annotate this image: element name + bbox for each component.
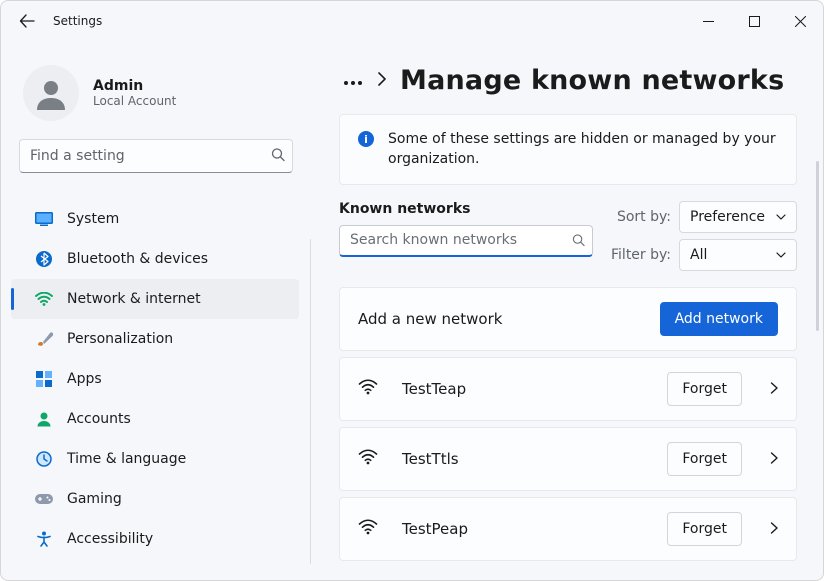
wifi-icon — [358, 519, 380, 539]
chevron-right-icon — [377, 71, 386, 90]
filter-by-label: Filter by: — [611, 247, 671, 263]
back-button[interactable] — [7, 1, 47, 41]
chevron-down-icon — [776, 214, 786, 220]
settings-window: Settings Admin Local Account — [0, 0, 824, 581]
brush-icon — [35, 330, 53, 348]
sort-by-value: Preference — [690, 209, 765, 225]
sidebar-item-label: Time & language — [67, 451, 186, 467]
known-networks-search-input[interactable] — [339, 225, 593, 257]
close-icon — [795, 16, 806, 27]
scrollbar[interactable] — [816, 161, 819, 331]
add-network-button[interactable]: Add network — [660, 302, 778, 336]
breadcrumb-more-button[interactable] — [343, 71, 363, 90]
maximize-icon — [749, 16, 760, 27]
add-network-label: Add a new network — [358, 310, 638, 328]
person-icon — [35, 410, 53, 428]
bluetooth-icon — [35, 250, 53, 268]
window-title: Settings — [53, 14, 102, 28]
sidebar-item-label: Network & internet — [67, 291, 201, 307]
close-button[interactable] — [777, 5, 823, 37]
sidebar-item-label: Accounts — [67, 411, 131, 427]
minimize-button[interactable] — [685, 5, 731, 37]
titlebar: Settings — [1, 1, 823, 41]
account-subtitle: Local Account — [93, 94, 176, 108]
avatar — [23, 65, 79, 121]
chevron-right-icon — [770, 519, 778, 538]
sidebar-item-label: System — [67, 211, 119, 227]
search-icon — [271, 147, 285, 166]
sort-by-label: Sort by: — [617, 209, 671, 225]
ellipsis-icon — [343, 80, 363, 86]
filter-by-value: All — [690, 247, 707, 263]
forget-button[interactable]: Forget — [667, 372, 742, 406]
info-banner: i Some of these settings are hidden or m… — [339, 114, 797, 185]
known-networks-search[interactable] — [339, 225, 593, 257]
sidebar-item-wifi[interactable]: Network & internet — [11, 279, 299, 319]
known-networks-label: Known networks — [339, 201, 593, 217]
gamepad-icon — [35, 490, 53, 508]
filters-row: Known networks Sort by: Preference — [339, 201, 797, 271]
window-controls — [685, 5, 823, 37]
arrow-left-icon — [19, 13, 35, 29]
sidebar-item-label: Personalization — [67, 331, 173, 347]
search-icon — [572, 231, 585, 250]
account-block[interactable]: Admin Local Account — [1, 51, 311, 139]
wifi-icon — [358, 379, 380, 399]
wifi-icon — [35, 290, 53, 308]
sidebar-item-person[interactable]: Accounts — [11, 399, 299, 439]
network-name: TestTeap — [402, 380, 645, 398]
breadcrumb: Manage known networks — [339, 61, 809, 114]
chevron-right-icon — [770, 379, 778, 398]
sidebar-item-label: Accessibility — [67, 531, 153, 547]
networks-list: Add a new network Add network TestTeap Fo… — [339, 287, 797, 561]
page-title: Manage known networks — [400, 65, 784, 96]
network-row[interactable]: TestTtls Forget — [339, 427, 797, 491]
sidebar-item-bluetooth[interactable]: Bluetooth & devices — [11, 239, 299, 279]
add-network-row: Add a new network Add network — [339, 287, 797, 351]
forget-button[interactable]: Forget — [667, 512, 742, 546]
sidebar-item-gamepad[interactable]: Gaming — [11, 479, 299, 519]
network-row[interactable]: TestPeap Forget — [339, 497, 797, 561]
sort-by-dropdown[interactable]: Preference — [679, 201, 797, 233]
network-name: TestTtls — [402, 450, 645, 468]
sidebar-item-label: Apps — [67, 371, 102, 387]
wifi-icon — [358, 449, 380, 469]
person-icon — [33, 75, 69, 111]
system-icon — [35, 210, 53, 228]
info-banner-text: Some of these settings are hidden or man… — [388, 129, 778, 170]
sidebar-item-accessibility[interactable]: Accessibility — [11, 519, 299, 559]
accessibility-icon — [35, 530, 53, 548]
minimize-icon — [703, 16, 714, 27]
sidebar-search[interactable] — [19, 139, 293, 173]
network-row[interactable]: TestTeap Forget — [339, 357, 797, 421]
clock-icon — [35, 450, 53, 468]
info-icon: i — [358, 131, 374, 147]
apps-icon — [35, 370, 53, 388]
sidebar-item-clock[interactable]: Time & language — [11, 439, 299, 479]
chevron-down-icon — [776, 252, 786, 258]
sidebar-item-system[interactable]: System — [11, 199, 299, 239]
sidebar-search-input[interactable] — [19, 139, 293, 173]
sidebar-nav: System Bluetooth & devices Network & inter… — [1, 199, 311, 559]
sidebar-item-label: Bluetooth & devices — [67, 251, 208, 267]
account-name: Admin — [93, 78, 176, 94]
sidebar-item-label: Gaming — [67, 491, 122, 507]
filter-by-dropdown[interactable]: All — [679, 239, 797, 271]
chevron-right-icon — [770, 449, 778, 468]
sidebar-item-brush[interactable]: Personalization — [11, 319, 299, 359]
network-name: TestPeap — [402, 520, 645, 538]
sidebar: Admin Local Account System Bluetooth & de… — [1, 41, 311, 580]
main-content: Manage known networks i Some of these se… — [311, 41, 823, 580]
forget-button[interactable]: Forget — [667, 442, 742, 476]
maximize-button[interactable] — [731, 5, 777, 37]
sidebar-item-apps[interactable]: Apps — [11, 359, 299, 399]
